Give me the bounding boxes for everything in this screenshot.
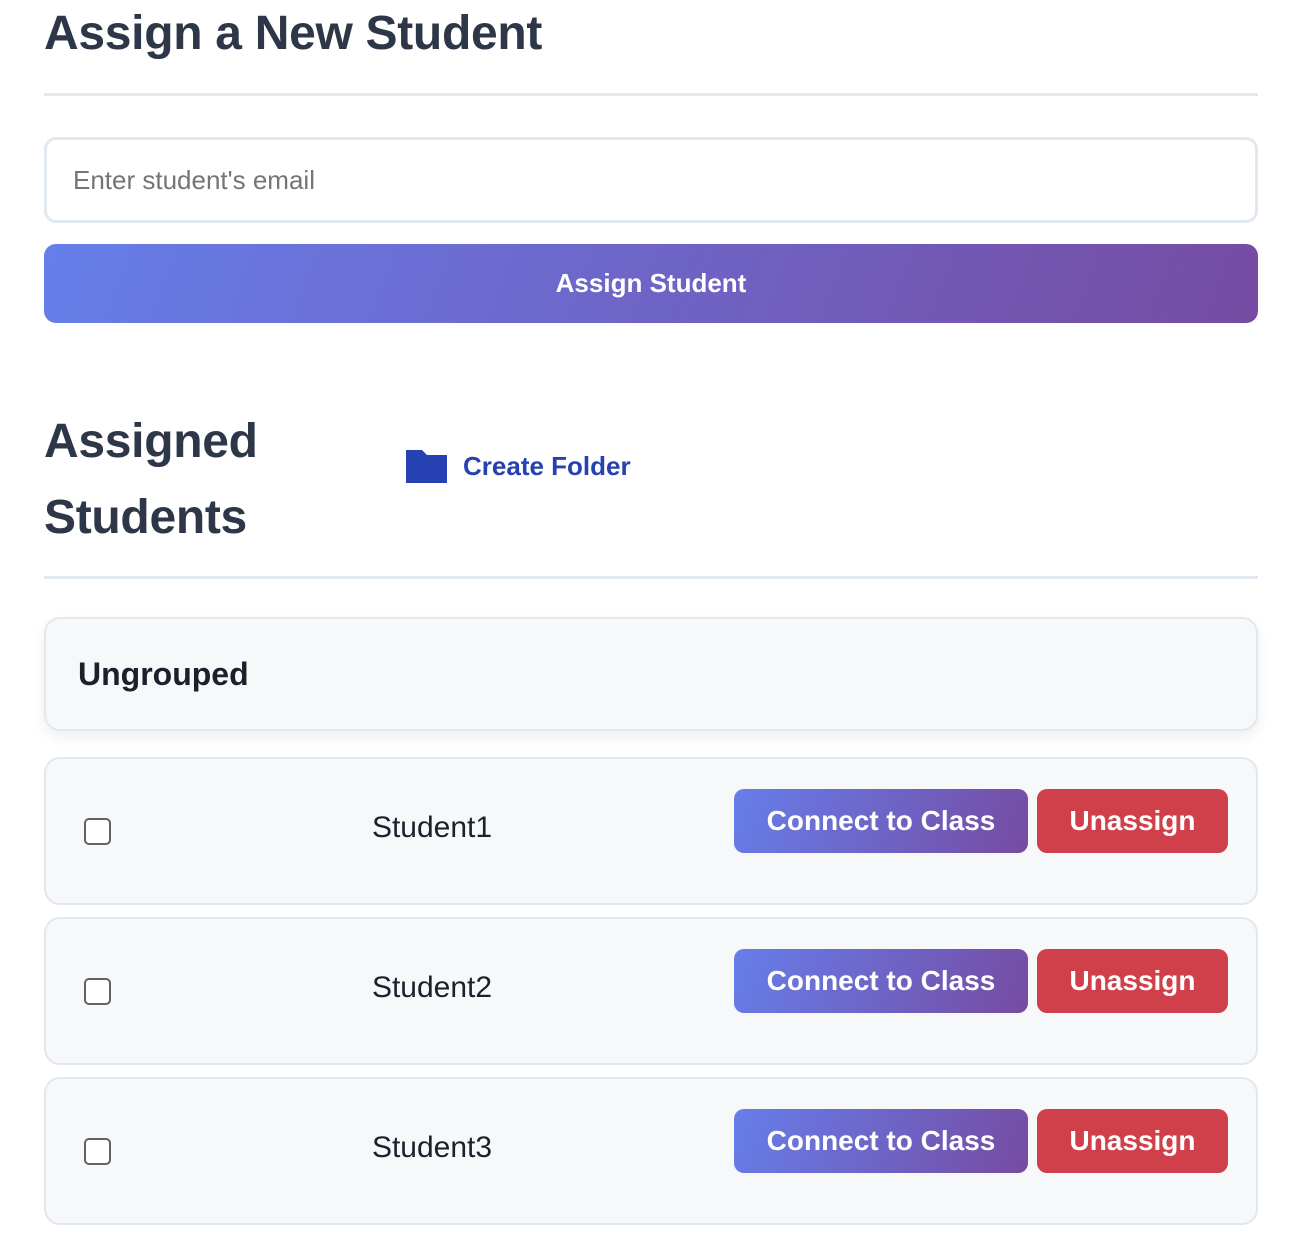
group-header-ungrouped[interactable]: Ungrouped [44, 617, 1258, 731]
student-row: Student2 Connect to Class Unassign [44, 917, 1258, 1065]
section-divider [44, 93, 1258, 96]
unassign-button[interactable]: Unassign [1037, 789, 1228, 853]
student-email-input[interactable] [44, 137, 1258, 223]
student-name: Student2 [371, 971, 493, 1004]
student-select-checkbox[interactable] [84, 978, 111, 1005]
section-divider [44, 576, 1258, 579]
student-name: Student1 [371, 811, 493, 844]
connect-to-class-button[interactable]: Connect to Class [734, 789, 1028, 853]
connect-to-class-button[interactable]: Connect to Class [734, 949, 1028, 1013]
create-folder-button[interactable]: Create Folder [406, 450, 631, 483]
assigned-students-title: Assigned Students [44, 415, 258, 544]
student-select-checkbox[interactable] [84, 818, 111, 845]
student-select-checkbox[interactable] [84, 1138, 111, 1165]
student-name: Student3 [371, 1131, 493, 1164]
assign-section-title: Assign a New Student [44, 7, 543, 60]
unassign-button[interactable]: Unassign [1037, 1109, 1228, 1173]
assign-student-button[interactable]: Assign Student [44, 244, 1258, 323]
folder-icon [406, 450, 447, 483]
connect-to-class-button[interactable]: Connect to Class [734, 1109, 1028, 1173]
group-name: Ungrouped [78, 655, 249, 692]
create-folder-label: Create Folder [463, 451, 631, 481]
unassign-button[interactable]: Unassign [1037, 949, 1228, 1013]
student-row: Student1 Connect to Class Unassign [44, 757, 1258, 905]
student-row: Student3 Connect to Class Unassign [44, 1077, 1258, 1225]
assign-students-page: Assign a New Student Assign Student Assi… [0, 0, 1296, 1260]
